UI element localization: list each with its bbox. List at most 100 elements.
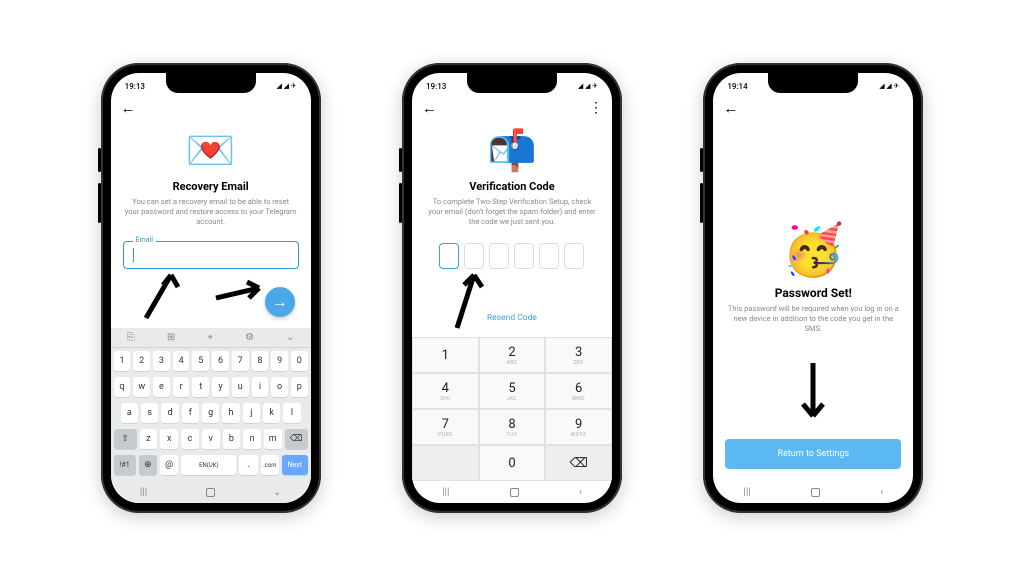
key-x[interactable]: x	[160, 429, 178, 449]
settings-icon[interactable]: ⚙	[245, 332, 254, 343]
key-5[interactable]: 5	[192, 351, 209, 371]
key-v[interactable]: v	[202, 429, 220, 449]
key-i[interactable]: i	[252, 377, 269, 397]
key-u[interactable]: u	[232, 377, 249, 397]
resend-code-link[interactable]: Resend Code	[424, 313, 600, 323]
status-time: 19:13	[426, 82, 446, 91]
key-q[interactable]: q	[114, 377, 131, 397]
nav-home-icon[interactable]	[510, 488, 519, 497]
key-n[interactable]: n	[243, 429, 261, 449]
gif-icon[interactable]: ⊞	[167, 332, 175, 343]
nav-back-icon[interactable]: ‹	[579, 487, 582, 498]
code-digit-3[interactable]	[489, 243, 509, 269]
code-digit-6[interactable]	[564, 243, 584, 269]
clipboard-icon[interactable]: ⎘	[127, 332, 135, 343]
key-3[interactable]: 3	[153, 351, 170, 371]
key-com[interactable]: .com	[261, 455, 279, 475]
screen-title: Recovery Email	[123, 180, 299, 193]
screen-title: Password Set!	[775, 286, 852, 300]
key-z[interactable]: z	[140, 429, 158, 449]
phone-password-set: 19:14 ◢ ◢ ✈ ← 🥳 Password Set! This passw…	[703, 63, 923, 513]
numkey-1[interactable]: 1	[412, 337, 479, 373]
screen-description: This password will be required when you …	[725, 304, 901, 334]
nav-back-icon[interactable]: ‹	[880, 487, 883, 498]
party-face-icon: 🥳	[782, 222, 844, 280]
key-d[interactable]: d	[161, 403, 178, 423]
menu-dots-icon[interactable]: ⋮	[589, 101, 602, 115]
key-r[interactable]: r	[173, 377, 190, 397]
phone-notch	[467, 73, 557, 93]
nav-down-icon[interactable]: ⌄	[273, 487, 281, 498]
code-digit-5[interactable]	[539, 243, 559, 269]
key-s[interactable]: s	[141, 403, 158, 423]
key-c[interactable]: c	[181, 429, 199, 449]
key-y[interactable]: y	[212, 377, 229, 397]
key-t[interactable]: t	[192, 377, 209, 397]
key-shift[interactable]: ⇧	[114, 429, 137, 449]
next-button[interactable]: →	[265, 287, 295, 317]
nav-recent-icon[interactable]: |||	[140, 487, 147, 498]
key-globe[interactable]: ⊕	[139, 455, 157, 475]
back-icon[interactable]: ←	[723, 101, 738, 116]
key-p[interactable]: p	[291, 377, 308, 397]
key-0[interactable]: 0	[291, 351, 308, 371]
numkey-6[interactable]: 6MNO	[545, 373, 612, 409]
key-1[interactable]: 1	[114, 351, 131, 371]
numkey-3[interactable]: 3DEF	[545, 337, 612, 373]
numkey-8[interactable]: 8TUV	[479, 409, 546, 445]
numkey-4[interactable]: 4GHI	[412, 373, 479, 409]
back-icon[interactable]: ←	[422, 101, 437, 116]
status-icons: ◢ ◢ ✈	[879, 82, 899, 90]
numkey-backspace[interactable]: ⌫	[545, 445, 612, 481]
key-next[interactable]: Next	[282, 455, 308, 475]
nav-home-icon[interactable]	[811, 488, 820, 497]
key-6[interactable]: 6	[212, 351, 229, 371]
key-at[interactable]: @	[160, 455, 178, 475]
numkey-9[interactable]: 9WXYZ	[545, 409, 612, 445]
text-cursor	[133, 248, 134, 262]
email-field[interactable]	[123, 241, 299, 269]
key-8[interactable]: 8	[252, 351, 269, 371]
code-digit-2[interactable]	[464, 243, 484, 269]
key-space[interactable]: EN(UK)	[181, 455, 236, 475]
android-navbar: ||| ‹	[412, 481, 612, 503]
screen-description: You can set a recovery email to be able …	[123, 197, 299, 227]
numkey-0[interactable]: 0	[479, 445, 546, 481]
key-o[interactable]: o	[271, 377, 288, 397]
phone-notch	[166, 73, 256, 93]
phone-verification-code: 19:13 ◢ ◢ ✈ ← ⋮ 📬 Verification Code To c…	[402, 63, 622, 513]
key-b[interactable]: b	[223, 429, 241, 449]
code-digit-1[interactable]	[439, 243, 459, 269]
key-2[interactable]: 2	[133, 351, 150, 371]
key-a[interactable]: a	[121, 403, 138, 423]
code-digit-4[interactable]	[514, 243, 534, 269]
key-m[interactable]: m	[264, 429, 282, 449]
nav-recent-icon[interactable]: |||	[442, 487, 449, 498]
key-g[interactable]: g	[202, 403, 219, 423]
numkey-5[interactable]: 5JKL	[479, 373, 546, 409]
key-w[interactable]: w	[133, 377, 150, 397]
key-dot[interactable]: .	[239, 455, 257, 475]
nav-home-icon[interactable]	[206, 488, 215, 497]
mic-icon[interactable]: ⌖	[207, 332, 213, 343]
numkey-7[interactable]: 7PQRS	[412, 409, 479, 445]
key-j[interactable]: j	[243, 403, 260, 423]
key-k[interactable]: k	[263, 403, 280, 423]
numkey-2[interactable]: 2ABC	[479, 337, 546, 373]
collapse-icon[interactable]: ⌄	[286, 332, 294, 343]
return-to-settings-button[interactable]: Return to Settings	[725, 439, 901, 469]
key-h[interactable]: h	[222, 403, 239, 423]
key-7[interactable]: 7	[232, 351, 249, 371]
nav-recent-icon[interactable]: |||	[743, 487, 750, 498]
topbar: ←	[713, 95, 913, 121]
key-e[interactable]: e	[153, 377, 170, 397]
key-l[interactable]: l	[283, 403, 300, 423]
phone-recovery-email: 19:13 ◢ ◢ ✈ ← 💌 Recovery Email You can s…	[101, 63, 321, 513]
mailbox-icon: 📬	[487, 127, 537, 174]
key-4[interactable]: 4	[173, 351, 190, 371]
back-icon[interactable]: ←	[121, 101, 136, 116]
key-f[interactable]: f	[182, 403, 199, 423]
key-9[interactable]: 9	[271, 351, 288, 371]
key-backspace[interactable]: ⌫	[285, 429, 308, 449]
key-symbols[interactable]: !#1	[114, 455, 136, 475]
